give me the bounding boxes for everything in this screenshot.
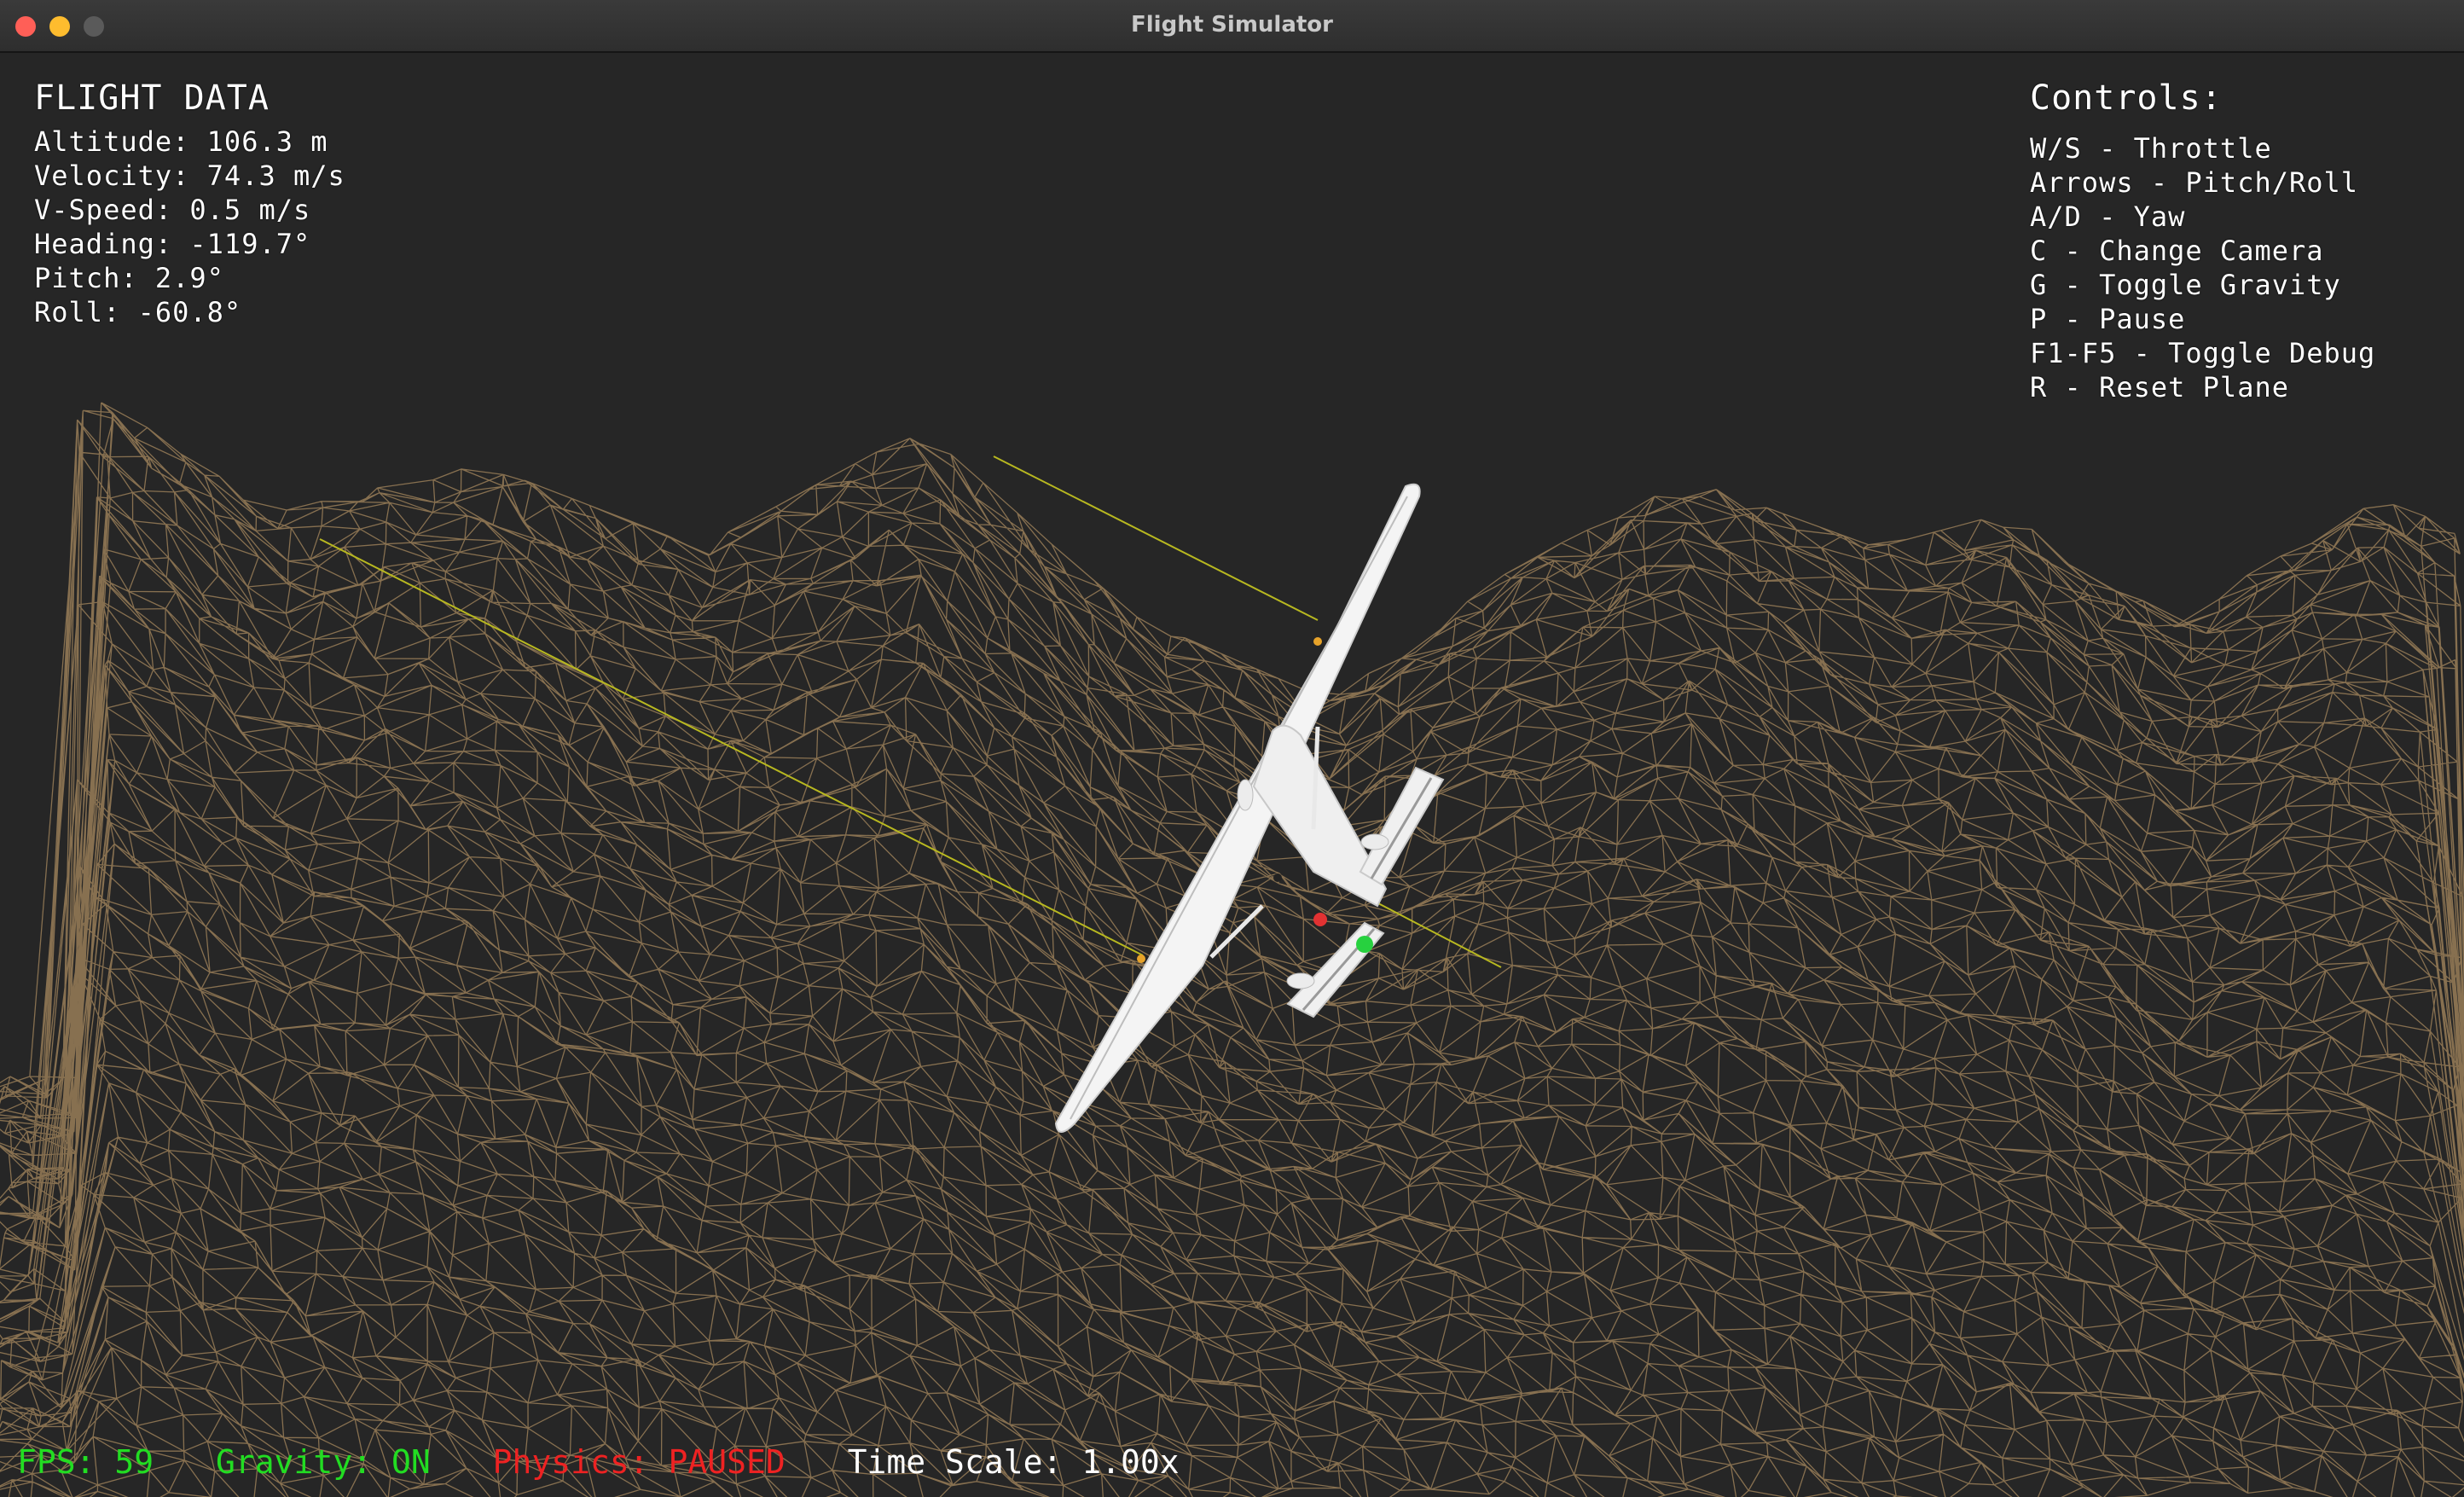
controls-help-panel: Controls: W/S - Throttle Arrows - Pitch/… — [2030, 78, 2375, 404]
control-throttle: W/S - Throttle — [2030, 132, 2272, 165]
terrain-mesh — [0, 402, 2464, 1497]
title-bar: Flight Simulator — [0, 0, 2464, 53]
control-camera: C - Change Camera — [2030, 235, 2324, 267]
altitude-readout: Altitude: 106.3 m — [34, 125, 328, 158]
gravity-status: Gravity: ON — [216, 1443, 431, 1481]
terrain-wireframe — [0, 402, 2464, 1497]
control-reset: R - Reset Plane — [2030, 371, 2289, 403]
control-pitch-roll: Arrows - Pitch/Roll — [2030, 166, 2359, 199]
app-window: Flight Simulator FLIGHT DATA Altitude: 1… — [0, 0, 2464, 1497]
flight-data-heading: FLIGHT DATA — [34, 78, 270, 118]
fps-counter: FPS: 59 — [17, 1443, 154, 1481]
physics-status: Physics: PAUSED — [492, 1443, 786, 1481]
control-debug: F1-F5 - Toggle Debug — [2030, 337, 2376, 369]
vspeed-readout: V-Speed: 0.5 m/s — [34, 194, 311, 226]
flight-data-panel: FLIGHT DATA Altitude: 106.3 m Velocity: … — [34, 78, 345, 329]
control-gravity: G - Toggle Gravity — [2030, 269, 2341, 301]
pitch-readout: Pitch: 2.9° — [34, 262, 224, 294]
control-yaw: A/D - Yaw — [2030, 200, 2186, 233]
3d-viewport[interactable]: FLIGHT DATA Altitude: 106.3 m Velocity: … — [0, 53, 2464, 1497]
time-scale-status: Time Scale: 1.00x — [847, 1443, 1180, 1481]
window-title: Flight Simulator — [1131, 12, 1333, 38]
velocity-readout: Velocity: 74.3 m/s — [34, 160, 345, 192]
heading-readout: Heading: -119.7° — [34, 228, 311, 260]
status-bar: FPS: 59 Gravity: ON Physics: PAUSED Time… — [17, 1443, 1222, 1481]
controls-heading: Controls: — [2030, 78, 2223, 118]
control-pause: P - Pause — [2030, 303, 2186, 335]
roll-readout: Roll: -60.8° — [34, 296, 242, 328]
